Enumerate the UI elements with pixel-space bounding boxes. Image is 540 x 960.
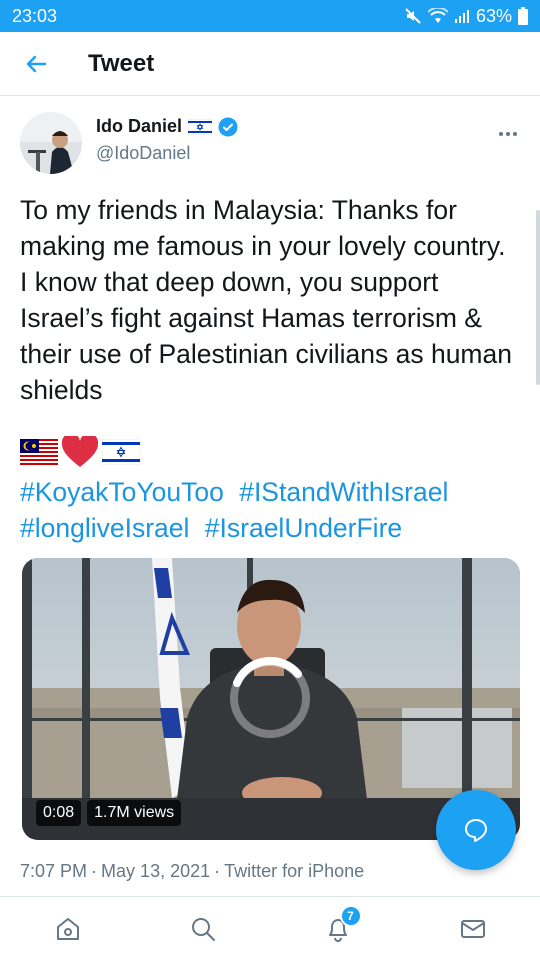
author-name[interactable]: Ido Daniel — [96, 116, 182, 137]
battery-percent: 63% — [475, 5, 512, 26]
emoji-row — [20, 436, 140, 468]
author-name-row: Ido Daniel — [96, 116, 238, 137]
status-time: 23:03 — [12, 5, 58, 26]
hashtag-link[interactable]: #IStandWithIsrael — [239, 477, 448, 507]
scrollbar[interactable] — [536, 210, 540, 385]
video-player[interactable]: 0:08 1.7M views — [22, 558, 520, 840]
tweet-time: 7:07 PM — [20, 861, 88, 881]
video-views: 1.7M views — [87, 800, 182, 826]
speech-bubble-icon — [465, 819, 487, 842]
israel-flag-icon — [188, 118, 213, 135]
verified-badge-icon — [218, 117, 238, 136]
search-icon — [191, 917, 215, 941]
tweet-meta: 7:07 PM · May 13, 2021 · Twitter for iPhone — [20, 861, 365, 881]
hashtag-link[interactable]: #longliveIsrael — [20, 513, 189, 543]
back-button[interactable] — [14, 42, 58, 86]
nav-messages[interactable] — [443, 899, 503, 959]
israel-flag-icon — [102, 439, 140, 465]
bottom-nav: 7 — [0, 896, 540, 960]
wifi-icon — [427, 8, 448, 23]
more-options-button[interactable] — [498, 120, 518, 143]
more-icon — [499, 132, 517, 136]
avatar[interactable] — [20, 112, 82, 174]
mute-icon — [405, 8, 421, 24]
heart-icon — [62, 436, 98, 467]
author-handle: @IdoDaniel — [96, 143, 191, 163]
status-icons: 63% — [404, 6, 528, 27]
tweet-date: May 13, 2021 — [101, 861, 211, 881]
hashtags: #KoyakToYouToo #IStandWithIsrael #longli… — [20, 474, 520, 546]
malaysia-flag-icon — [20, 439, 58, 465]
page-title: Tweet — [88, 49, 155, 77]
reply-fab-button[interactable] — [436, 790, 516, 870]
mail-icon — [460, 919, 485, 938]
hashtag-link[interactable]: #IsraelUnderFire — [205, 513, 402, 543]
arrow-left-icon — [26, 55, 47, 72]
nav-notifications[interactable]: 7 — [308, 899, 368, 959]
tweet-text: To my friends in Malaysia: Thanks for ma… — [20, 195, 512, 405]
video-info: 0:08 1.7M views — [36, 800, 182, 826]
video-thumbnail — [22, 558, 520, 840]
home-icon — [56, 917, 79, 940]
video-duration: 0:08 — [36, 800, 82, 826]
status-bar: 23:03 63% — [0, 0, 540, 32]
battery-icon — [518, 7, 528, 25]
tweet-author: Ido Daniel @IdoDaniel — [20, 110, 520, 180]
top-bar: Tweet — [0, 32, 540, 96]
nav-search[interactable] — [173, 899, 233, 959]
notification-badge: 7 — [339, 904, 362, 927]
tweet-source[interactable]: Twitter for iPhone — [224, 861, 364, 881]
hashtag-link[interactable]: #KoyakToYouToo — [20, 477, 224, 507]
signal-icon — [454, 10, 469, 23]
nav-home[interactable] — [38, 899, 98, 959]
